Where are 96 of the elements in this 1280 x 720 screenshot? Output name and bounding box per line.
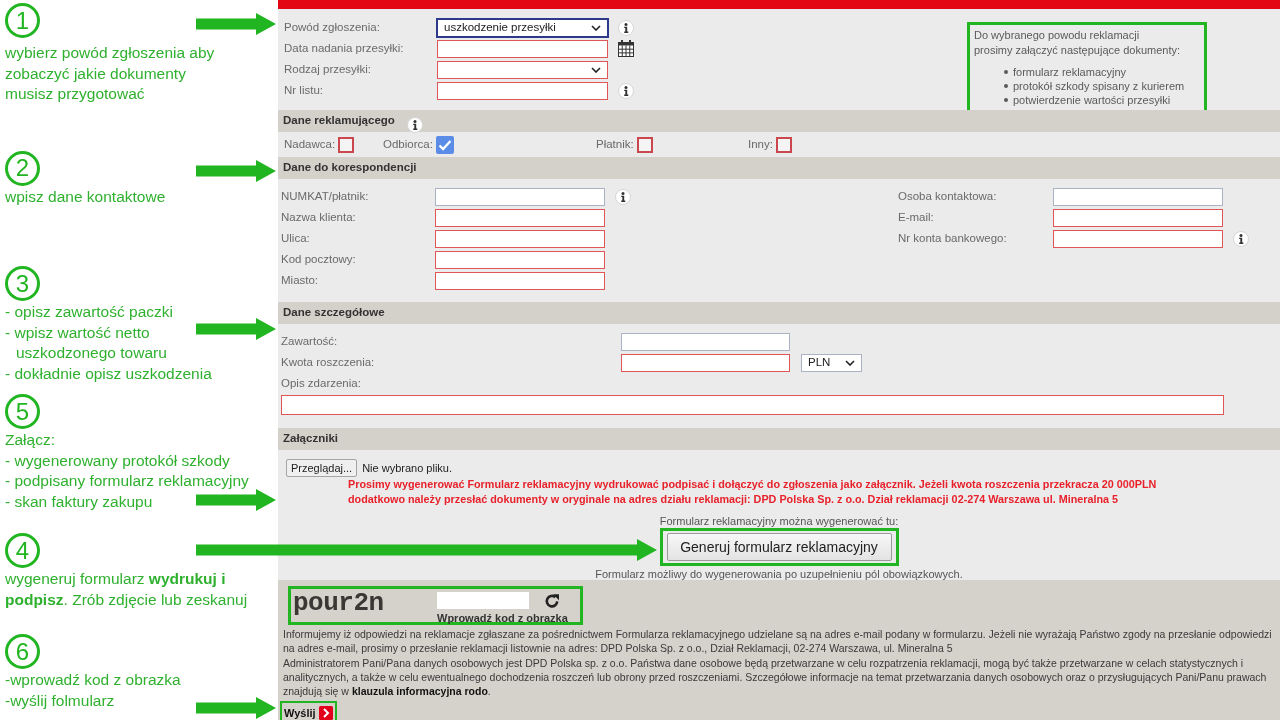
select-field[interactable]	[437, 60, 608, 79]
document-item: formularz reklamacyjny	[1013, 65, 1127, 79]
chevron-icon	[845, 359, 855, 366]
input-field[interactable]	[435, 187, 605, 206]
privacy-notice: Informujemy iż odpowiedzi na reklamacje zgłaszane za pośrednictwem Formularza reklamacyjnego udzielane są na adres e-mail podany w formularzu. Jeżeli nie wyrażają Państwo zgody na przesłanie odpowiedzi na adres e-mail, prosimy o przesłanie reklamacji listownie na adres: DPD Polska Sp. z o.o., Dział Reklamacji, 02-274 Warszawa, ul. Mineralna 5 Administratorem Pani/Pana danych osobowych jest DPD Polska sp. z o.o. Państwa dane osobowe będą przetwarzane w celu rozpatrzenia reklamacji, mogą być także przetwarzane w celach statystycznych i analitycznych, a także w celu ewentualnego dochodzenia roszczeń lub obrony przed roszczeniami. Szczegółowe informacje na temat przetwarzania danych osobowych oraz o przysługujących Pani/Panu prawach znajdują się w klauzula informacyjna rodo.	[282, 627, 1273, 699]
checkbox-label: Nadawca:	[284, 136, 336, 152]
field-label: Rodzaj przesyłki:	[284, 61, 372, 77]
document-item: potwierdzenie wartości przesyłki	[1013, 93, 1171, 107]
captcha-code: pour2n	[292, 589, 385, 617]
info-icon[interactable]	[618, 82, 634, 99]
arrow-icon	[196, 13, 276, 35]
document-item: protokół szkody spisany z kurierem	[1013, 79, 1185, 93]
input-field[interactable]	[1053, 229, 1223, 248]
checkbox[interactable]	[338, 136, 355, 153]
input-field[interactable]	[435, 271, 605, 290]
arrow-icon	[196, 697, 276, 719]
bullet-icon	[1004, 70, 1008, 74]
step-instruction: wybierz powód zgłoszenia aby zobaczyć jakie dokumenty musisz przygotować	[5, 43, 215, 104]
step-instruction: wygeneruj formularz wydrukuj i podpisz. Zrób zdjęcie lub zeskanuj	[5, 569, 248, 610]
step-number: 4	[5, 533, 40, 568]
field-label: Opis zdarzenia:	[281, 375, 362, 391]
chevron-icon	[318, 706, 333, 720]
arrow-icon	[196, 318, 276, 340]
input-field[interactable]	[435, 250, 605, 269]
notice-text: Prosimy wygenerować Formularz reklamacyjny wydrukować podpisać i dołączyć do zgłoszenia jako załącznik. Jeżeli kwota roszczenia przekracza 20 000PLN dodatkowo należy przesłać dokumenty w oryginale na adres działu reklamacji: DPD Polska Sp. z o.o. Dział reklamacji 02-274 Warszawa ul. Mineralna 5	[348, 477, 1158, 507]
step-heading: Załącz:	[5, 430, 55, 450]
field-label: E-mail:	[898, 209, 935, 225]
field-label: Kod pocztowy:	[281, 251, 357, 267]
input-field[interactable]	[1053, 208, 1223, 227]
step-number: 3	[5, 266, 40, 301]
documents-intro: Do wybranego powodu reklamacji prosimy załączyć następujące dokumenty:	[974, 28, 1182, 57]
refresh-icon[interactable]	[544, 592, 560, 609]
input-field[interactable]	[621, 332, 790, 351]
step-instruction: - podpisany formularz reklamacyjny	[5, 471, 249, 491]
field-label: Powód zgłoszenia:	[284, 19, 381, 35]
browse-button[interactable]: Przeglądaj...	[286, 459, 358, 477]
file-status: Nie wybrano pliku.	[362, 460, 453, 476]
step-instruction: -wprowadź kod z obrazka -wyślij folmularz	[5, 670, 181, 711]
select-field[interactable]: PLN	[801, 353, 862, 372]
captcha-input[interactable]	[437, 592, 529, 609]
checkbox-label: Płatnik:	[596, 136, 634, 152]
step-instruction: - dokładnie opisz uszkodzenia	[5, 363, 212, 384]
generate-hint: Formularz reklamacyjny można wygenerować tu:	[658, 514, 900, 528]
step-number: 5	[5, 394, 40, 429]
input-field[interactable]	[435, 208, 605, 227]
text-area[interactable]	[281, 395, 1224, 415]
info-icon[interactable]	[615, 188, 631, 205]
field-label: Ulica:	[281, 230, 311, 246]
field-label: Kwota roszczenia:	[281, 354, 376, 370]
send-button[interactable]: Wyślij	[284, 704, 333, 720]
step-number: 2	[5, 150, 40, 186]
step-instruction: wpisz dane kontaktowe	[5, 186, 166, 207]
step-number: 6	[5, 634, 40, 669]
input-field[interactable]	[1053, 187, 1223, 206]
section-header: Dane do korespondencji	[278, 157, 1280, 179]
checkbox-label: Inny:	[748, 136, 773, 152]
generate-button[interactable]: Generuj formularz reklamacyjny	[666, 533, 892, 561]
field-label: Nr listu:	[284, 82, 324, 98]
input-field[interactable]	[435, 229, 605, 248]
arrow-icon	[196, 160, 276, 182]
select-field[interactable]: uszkodzenie przesyłki	[437, 18, 608, 37]
info-icon[interactable]	[406, 117, 423, 133]
field-label: Zawartość:	[281, 333, 339, 349]
field-label: Nr konta bankowego:	[898, 230, 1008, 246]
field-label: Osoba kontaktowa:	[898, 188, 998, 204]
field-label: Data nadania przesyłki:	[284, 40, 405, 56]
field-label: NUMKAT/płatnik:	[281, 188, 370, 204]
checkbox[interactable]	[775, 136, 792, 153]
generate-note: Formularz możliwy do wygenerowania po uzupełnieniu pól obowiązkowych.	[594, 567, 964, 581]
chevron-icon	[591, 24, 601, 31]
input-field[interactable]	[437, 81, 608, 100]
section-header: Dane szczegółowe	[278, 302, 1280, 324]
arrow-icon	[196, 539, 657, 561]
policy-link[interactable]: klauzula informacyjna rodo	[351, 685, 488, 698]
step-number: 1	[5, 3, 40, 38]
info-icon[interactable]	[618, 19, 634, 36]
input-field[interactable]	[437, 39, 608, 58]
captcha-caption: Wprowadź kod z obrazka	[437, 612, 568, 625]
section-title: Dane reklamującego	[283, 113, 395, 129]
bullet-icon	[1004, 98, 1008, 102]
arrow-icon	[196, 489, 276, 511]
step-instruction: - wygenerowany protokół szkody	[5, 450, 230, 471]
step-instruction: - wpisz wartość netto uszkodzonego towaru	[5, 322, 168, 363]
field-label: Nazwa klienta:	[281, 209, 357, 225]
checkbox[interactable]	[636, 136, 653, 153]
calendar-icon[interactable]	[618, 40, 634, 57]
section-header: Załączniki	[278, 428, 1280, 450]
checkbox[interactable]	[435, 135, 454, 154]
checkbox-label: Odbiorca:	[383, 136, 433, 152]
chevron-icon	[591, 66, 601, 73]
field-label: Miasto:	[281, 272, 320, 288]
step-instruction: - skan faktury zakupu	[5, 491, 153, 512]
step-instruction: - opisz zawartość paczki	[5, 302, 173, 322]
input-field[interactable]	[621, 353, 790, 372]
info-icon[interactable]	[1233, 230, 1249, 247]
bullet-icon	[1004, 84, 1008, 88]
